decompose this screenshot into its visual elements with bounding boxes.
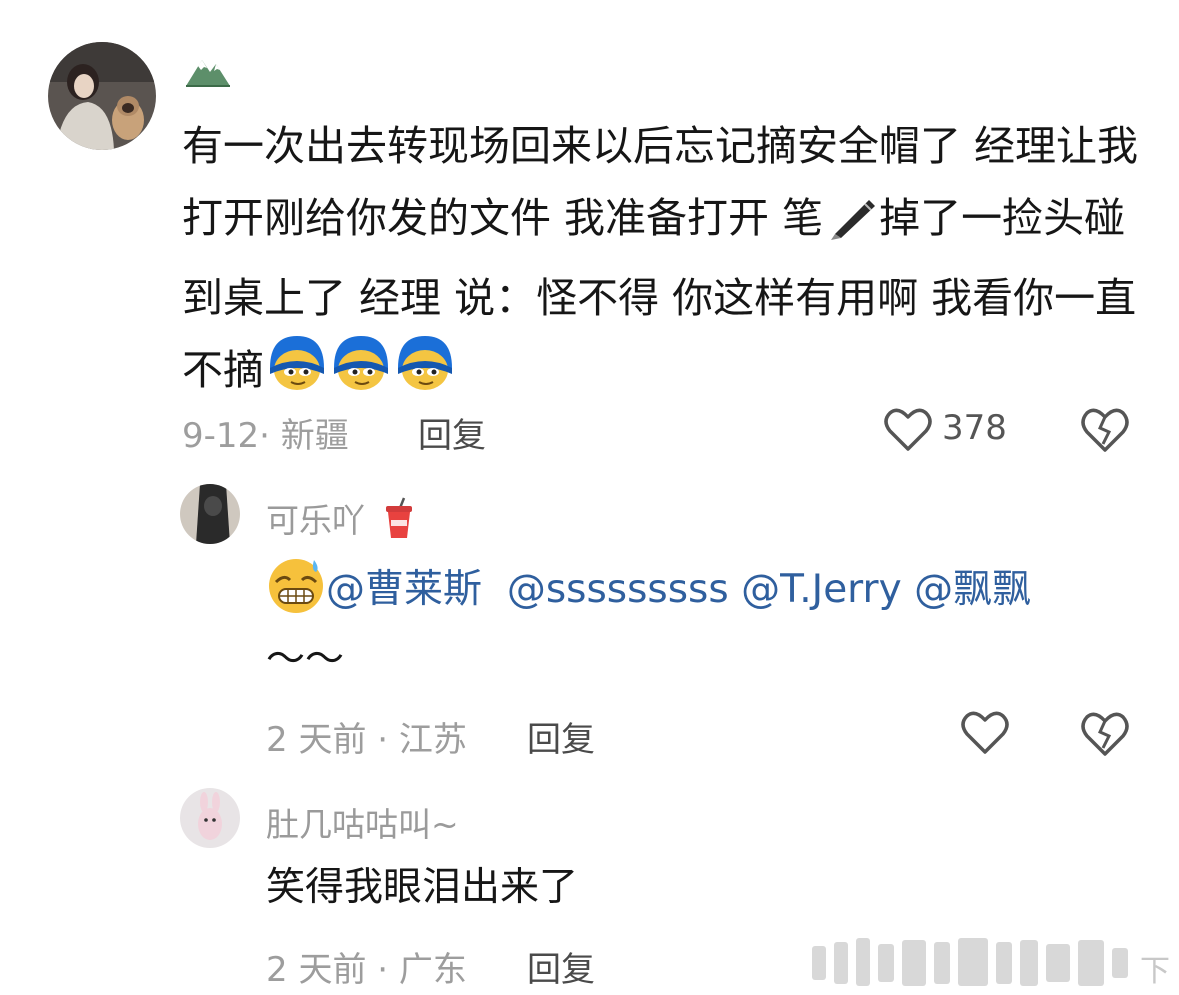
reply-avatar[interactable] [180, 484, 240, 544]
reply-username-text: 可乐吖 [266, 501, 365, 540]
like-button[interactable]: 378 [884, 404, 1014, 456]
mention-link[interactable]: @sssssssss [507, 567, 729, 612]
broken-heart-icon [1081, 712, 1129, 756]
like-count: 378 [942, 408, 1007, 448]
grin-sweat-icon [269, 559, 323, 613]
reply-like-button[interactable] [960, 710, 1010, 756]
reply-text: @曹莱斯 @sssssssss @T.Jerry @飘飘 ～～ [266, 556, 1146, 692]
mention-link[interactable]: @飘飘 [914, 567, 1031, 612]
mention-link[interactable]: @曹莱斯 [326, 567, 482, 612]
reply-reply-button[interactable]: 回复 [527, 942, 595, 991]
mention-link[interactable]: @T.Jerry [741, 567, 902, 612]
watermark-text: 下 [1140, 954, 1170, 989]
watermark-logo: 下 [806, 934, 1176, 992]
helmet-face-icon [394, 334, 456, 414]
reply-text: 笑得我眼泪出来了 [266, 865, 579, 910]
comment-meta: 9-12· 新疆 [182, 416, 349, 456]
reply-avatar[interactable] [180, 788, 240, 848]
heart-icon [884, 408, 932, 451]
reply-dislike-button[interactable] [1080, 710, 1130, 758]
mountain-icon [184, 54, 232, 88]
cup-icon [385, 497, 412, 538]
helmet-face-icon [330, 334, 392, 414]
comment-avatar[interactable] [48, 42, 156, 150]
comment-text: 有一次出去转现场回来以后忘记摘安全帽了 经理让我打开刚给你发的文件 我准备打开 … [182, 110, 1142, 414]
reply-username[interactable]: 肚几咕咕叫~ [266, 798, 459, 846]
heart-icon [961, 711, 1009, 754]
pen-icon [825, 190, 879, 262]
broken-heart-icon [1081, 408, 1129, 452]
reply-reply-button[interactable]: 回复 [527, 712, 595, 761]
helmet-face-icon [266, 334, 328, 414]
reply-text-tail: ～～ [266, 637, 345, 682]
dislike-button[interactable] [1080, 406, 1130, 454]
reply-meta: 2 天前 · 广东 [266, 950, 467, 990]
reply-meta: 2 天前 · 江苏 [266, 720, 467, 760]
reply-username[interactable]: 可乐吖 [266, 494, 416, 542]
comment-reply-button[interactable]: 回复 [418, 408, 486, 457]
